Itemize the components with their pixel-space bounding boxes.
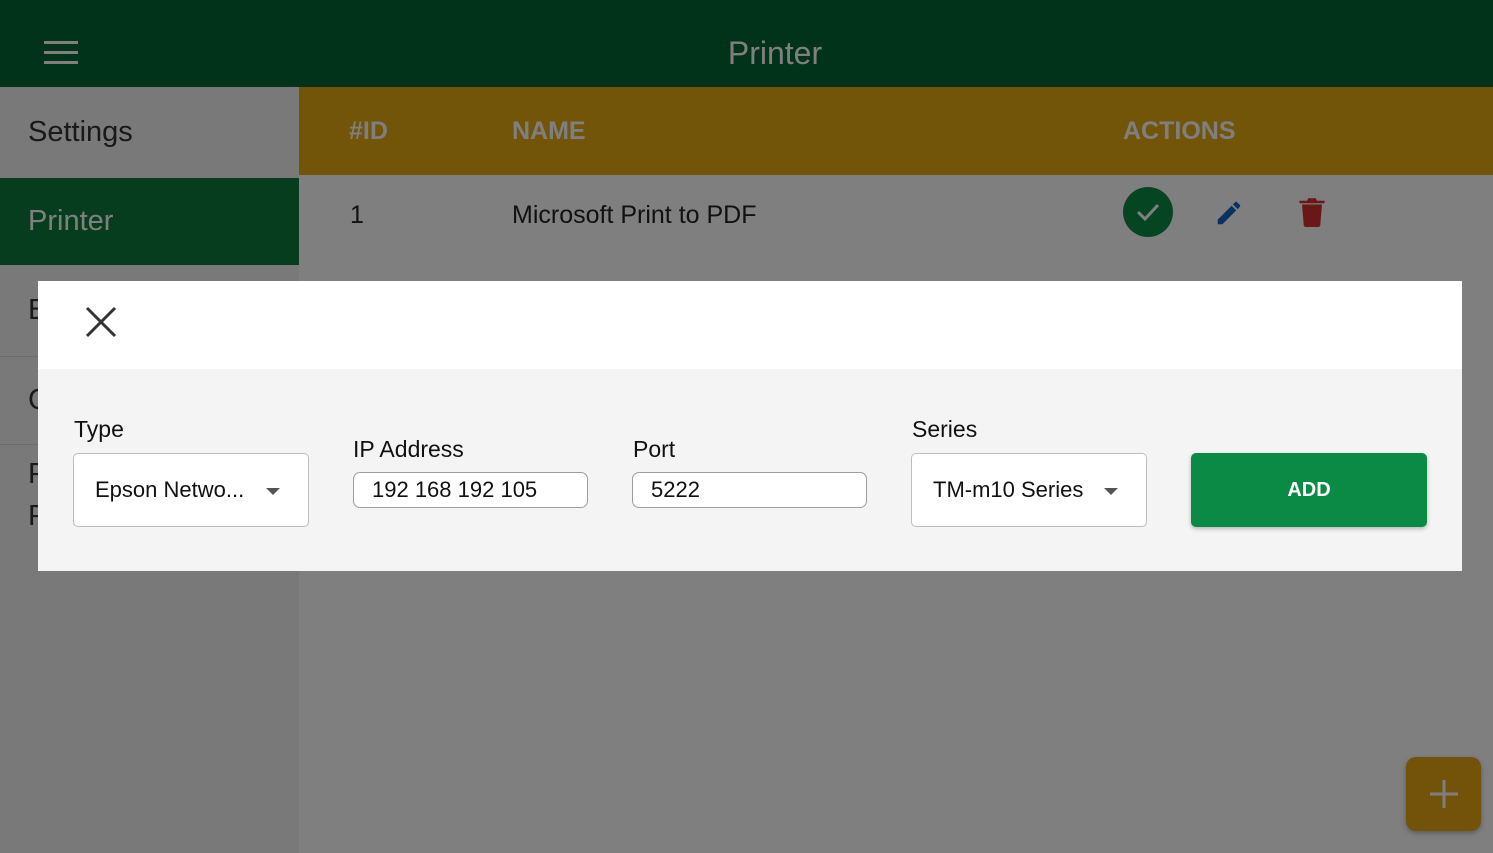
type-select-value: Epson Netwo... xyxy=(95,477,245,502)
chevron-down-icon xyxy=(266,488,280,495)
chevron-down-icon xyxy=(1104,488,1118,495)
ip-address-input[interactable] xyxy=(353,472,588,508)
port-label: Port xyxy=(633,436,676,462)
add-printer-dialog: Type Epson Netwo... IP Address Port Seri… xyxy=(38,281,1462,571)
add-button[interactable]: ADD xyxy=(1191,453,1427,527)
series-select[interactable]: TM-m10 Series xyxy=(911,453,1147,527)
dialog-header xyxy=(38,281,1462,369)
series-select-value: TM-m10 Series xyxy=(933,477,1084,502)
ip-address-label: IP Address xyxy=(353,436,464,462)
close-button[interactable] xyxy=(84,305,122,343)
app-window: Printer Settings Printer B C P P #ID NAM… xyxy=(0,0,1493,853)
close-x-icon xyxy=(85,306,117,338)
series-label: Series xyxy=(912,416,978,442)
type-select[interactable]: Epson Netwo... xyxy=(73,453,309,527)
type-label: Type xyxy=(74,416,124,442)
port-input[interactable] xyxy=(632,472,867,508)
